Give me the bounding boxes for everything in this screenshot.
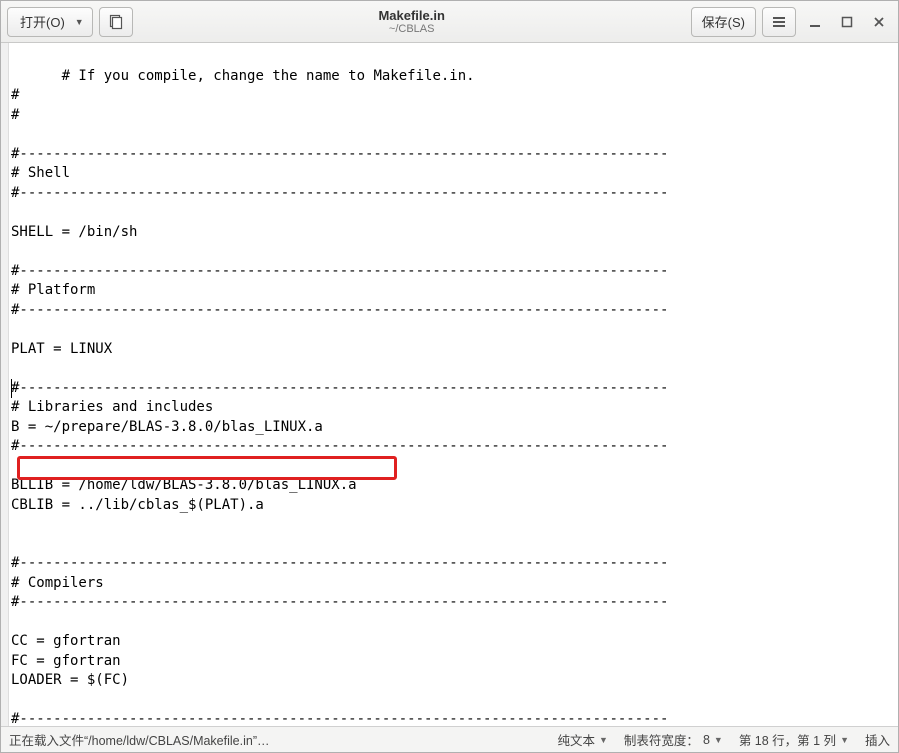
insert-mode-label: 插入 bbox=[865, 730, 890, 749]
close-icon bbox=[873, 16, 885, 28]
window-subtitle: ~/CBLAS bbox=[139, 23, 685, 35]
minimize-icon bbox=[809, 16, 821, 28]
status-loading-text: 正在载入文件“/home/ldw/CBLAS/Makefile.in”… bbox=[9, 730, 269, 749]
status-bar: 正在载入文件“/home/ldw/CBLAS/Makefile.in”… 纯文本… bbox=[1, 726, 898, 752]
chevron-down-icon: ▼ bbox=[75, 17, 84, 27]
cursor-position-indicator[interactable]: 第 18 行，第 1 列 ▼ bbox=[739, 730, 849, 749]
maximize-icon bbox=[841, 16, 853, 28]
tab-width-value: 8 bbox=[703, 733, 710, 747]
open-button[interactable]: 打开(O) ▼ bbox=[7, 7, 93, 37]
menu-button[interactable] bbox=[762, 7, 796, 37]
maximize-button[interactable] bbox=[834, 9, 860, 35]
text-cursor bbox=[11, 379, 12, 398]
chevron-down-icon: ▼ bbox=[714, 735, 723, 745]
editor-window: 打开(O) ▼ Makefile.in ~/CBLAS 保存(S) bbox=[0, 0, 899, 753]
language-mode-label: 纯文本 bbox=[557, 730, 595, 749]
open-button-label: 打开(O) bbox=[20, 12, 65, 31]
tab-width-selector[interactable]: 制表符宽度： 8 ▼ bbox=[624, 730, 723, 749]
hamburger-icon bbox=[771, 14, 787, 30]
editor-content: # If you compile, change the name to Mak… bbox=[11, 68, 668, 727]
gutter bbox=[1, 43, 9, 726]
save-button[interactable]: 保存(S) bbox=[691, 7, 756, 37]
language-mode-selector[interactable]: 纯文本 ▼ bbox=[557, 730, 607, 749]
header-bar: 打开(O) ▼ Makefile.in ~/CBLAS 保存(S) bbox=[1, 1, 898, 43]
title-area: Makefile.in ~/CBLAS bbox=[139, 8, 685, 35]
close-button[interactable] bbox=[866, 9, 892, 35]
chevron-down-icon: ▼ bbox=[599, 735, 608, 745]
tab-width-label: 制表符宽度： bbox=[624, 730, 699, 749]
save-button-label: 保存(S) bbox=[702, 12, 745, 31]
text-editor[interactable]: # If you compile, change the name to Mak… bbox=[9, 43, 898, 726]
minimize-button[interactable] bbox=[802, 9, 828, 35]
new-tab-button[interactable] bbox=[99, 7, 133, 37]
editor-area: # If you compile, change the name to Mak… bbox=[1, 43, 898, 726]
new-document-icon bbox=[108, 14, 124, 30]
window-title: Makefile.in bbox=[139, 8, 685, 23]
window-controls bbox=[802, 9, 892, 35]
cursor-position-label: 第 18 行，第 1 列 bbox=[739, 730, 836, 749]
chevron-down-icon: ▼ bbox=[840, 735, 849, 745]
